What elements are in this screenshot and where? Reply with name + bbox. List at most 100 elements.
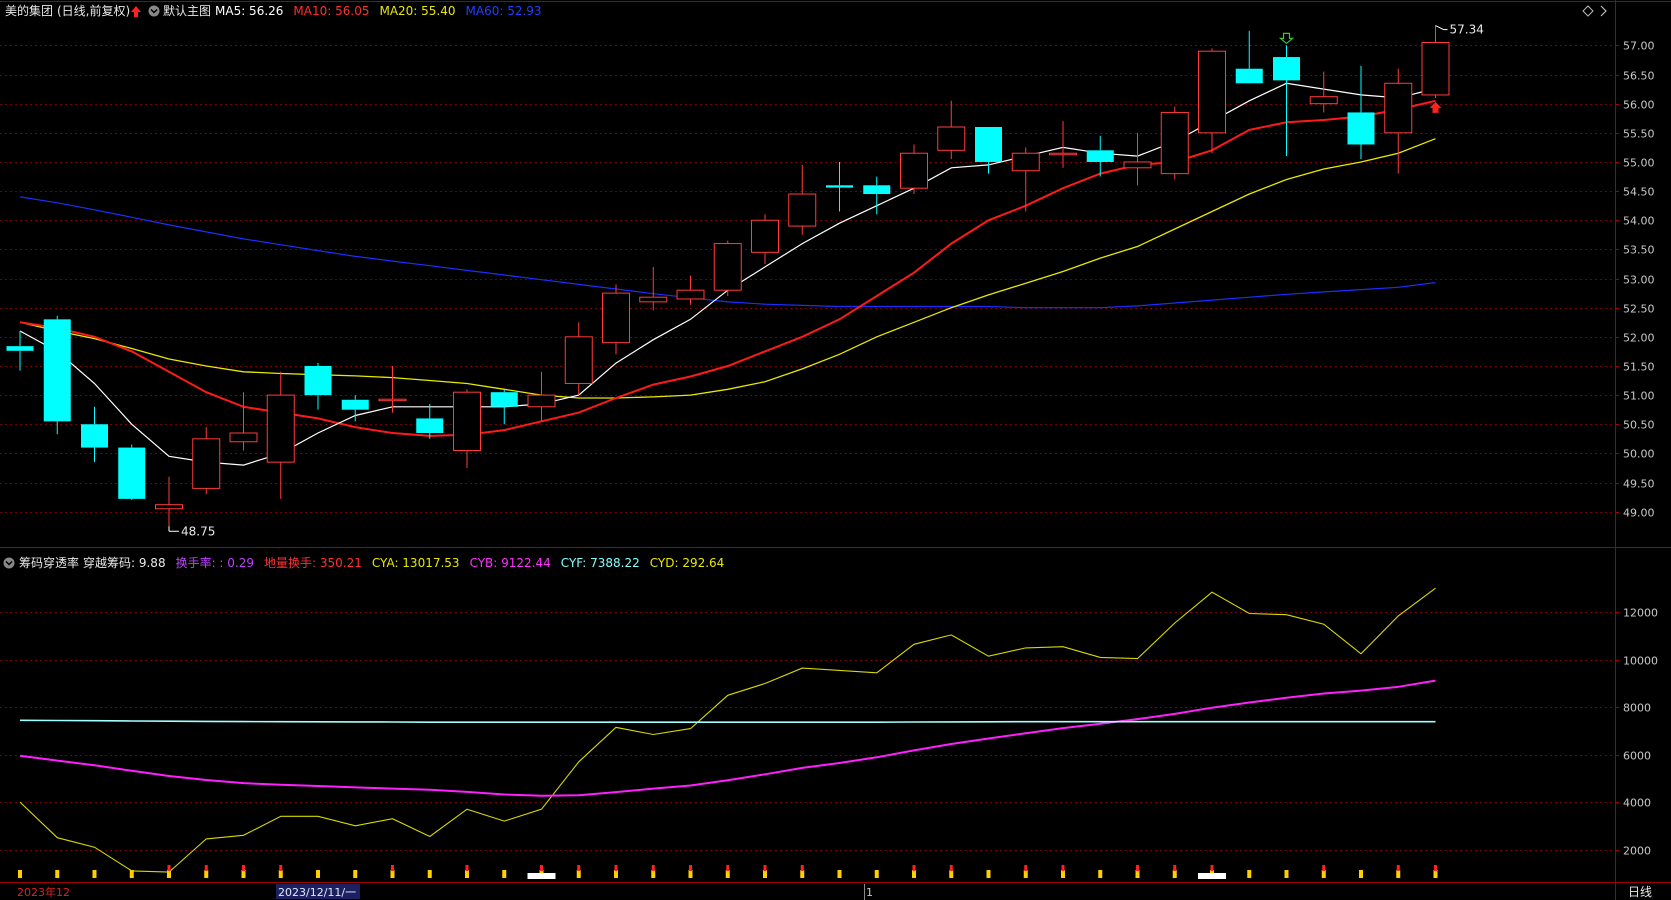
price-tick-label: 52.00 bbox=[1623, 332, 1655, 345]
price-tick-label: 56.00 bbox=[1623, 99, 1655, 112]
volume-mark bbox=[949, 870, 954, 878]
candle-body bbox=[378, 398, 407, 402]
price-tick-label: 52.50 bbox=[1623, 303, 1655, 316]
volume-mark bbox=[651, 870, 656, 878]
volume-mark bbox=[390, 870, 395, 878]
indicator-tick-label: 12000 bbox=[1623, 607, 1658, 620]
volume-mark-top bbox=[577, 865, 581, 871]
indicator-tick-label: 4000 bbox=[1623, 797, 1651, 810]
stock-chart[interactable]: 49.00 49.50 50.00 50.50 51.00 51.50 52.00 52.50… bbox=[0, 0, 1671, 900]
volume-mark-top bbox=[912, 865, 916, 871]
volume-mark-top bbox=[279, 865, 283, 871]
legend-item: MA10: 56.05 bbox=[293, 4, 369, 18]
candle-body bbox=[155, 504, 183, 510]
candle-body bbox=[863, 185, 891, 195]
volume-mark-top bbox=[1322, 865, 1326, 871]
volume-mark-top bbox=[1210, 865, 1214, 871]
candle-body bbox=[43, 319, 71, 422]
candle bbox=[1160, 106, 1189, 180]
candle-body bbox=[6, 346, 34, 351]
candle-body bbox=[266, 394, 295, 463]
candle-body bbox=[118, 447, 146, 499]
volume-mark bbox=[316, 870, 320, 878]
candle-body bbox=[1235, 68, 1263, 84]
volume-mark bbox=[763, 870, 767, 878]
period-label: (日线,前复权) bbox=[57, 3, 130, 18]
candle-body bbox=[229, 432, 258, 443]
turnover-bar bbox=[1198, 873, 1226, 879]
legend-item: CYB: 9122.44 bbox=[470, 556, 551, 570]
high-price-label: 57.34 bbox=[1450, 23, 1484, 37]
candle-body bbox=[192, 438, 221, 489]
low-price-label: 48.75 bbox=[181, 524, 215, 538]
volume-mark bbox=[427, 870, 432, 878]
price-tick-label: 49.50 bbox=[1623, 478, 1655, 491]
indicator-menu-button[interactable] bbox=[3, 557, 15, 569]
volume-mark bbox=[1172, 870, 1177, 878]
candle-body bbox=[416, 418, 444, 433]
legend-item: MA20: 55.40 bbox=[379, 4, 455, 18]
legend-item: CYD: 292.64 bbox=[650, 556, 725, 570]
legend-item: 地量换手: 350.21 bbox=[264, 556, 362, 570]
period-button[interactable]: 日线 bbox=[1628, 885, 1652, 899]
indicator-name[interactable]: 筹码穿透率 bbox=[19, 555, 79, 570]
candle-body bbox=[81, 424, 108, 448]
turnover-bar bbox=[527, 873, 556, 879]
volume-mark-top bbox=[204, 865, 208, 871]
volume-mark bbox=[1321, 870, 1326, 878]
candle-body bbox=[751, 219, 779, 253]
price-tick-label: 49.00 bbox=[1623, 507, 1655, 520]
legend-item: CYA: 13017.53 bbox=[372, 556, 460, 570]
stock-name: 美的集团 bbox=[5, 3, 53, 18]
volume-mark-top bbox=[391, 865, 394, 871]
candle-body bbox=[826, 185, 853, 188]
candle bbox=[118, 444, 146, 501]
candle bbox=[43, 315, 71, 435]
template-label[interactable]: 默认主图 bbox=[163, 3, 211, 18]
volume-mark-top bbox=[465, 865, 469, 871]
candle-body bbox=[1309, 96, 1338, 105]
candle-body bbox=[788, 193, 817, 227]
volume-mark bbox=[1247, 870, 1252, 878]
volume-mark bbox=[1023, 870, 1028, 878]
volume-mark-top bbox=[800, 865, 804, 871]
candle-body bbox=[1347, 112, 1375, 145]
volume-mark-top bbox=[1396, 865, 1400, 871]
volume-mark bbox=[725, 870, 730, 878]
price-tick-label: 53.00 bbox=[1623, 274, 1655, 287]
volume-mark bbox=[800, 870, 805, 878]
price-tick-label: 51.50 bbox=[1623, 361, 1655, 374]
volume-mark bbox=[278, 870, 283, 878]
volume-mark bbox=[129, 870, 134, 878]
candle-body bbox=[564, 336, 593, 384]
volume-mark bbox=[55, 870, 60, 878]
volume-mark bbox=[1061, 870, 1065, 878]
indicator-tick-label: 10000 bbox=[1623, 655, 1658, 668]
candle-body bbox=[639, 296, 668, 303]
volume-mark bbox=[92, 870, 97, 878]
candle-body bbox=[304, 365, 332, 396]
legend-item: CYF: 7388.22 bbox=[561, 556, 640, 570]
candle-body bbox=[453, 391, 481, 451]
volume-mark bbox=[167, 870, 171, 878]
candle-body bbox=[1384, 82, 1413, 134]
volume-mark bbox=[204, 870, 209, 878]
volume-mark bbox=[353, 870, 358, 878]
candle-body bbox=[1123, 161, 1152, 169]
price-tick-label: 54.00 bbox=[1623, 215, 1655, 228]
candle-body bbox=[900, 152, 928, 189]
volume-mark bbox=[1098, 870, 1103, 878]
volume-mark bbox=[1284, 870, 1289, 878]
candle-body bbox=[676, 289, 705, 300]
candle-body bbox=[490, 392, 518, 407]
volume-mark bbox=[1433, 870, 1438, 878]
price-tick-label: 55.50 bbox=[1623, 128, 1655, 141]
volume-mark-top bbox=[1136, 865, 1139, 871]
volume-mark bbox=[18, 870, 22, 878]
volume-mark bbox=[688, 870, 693, 878]
candle-body bbox=[1421, 41, 1450, 96]
candle-body bbox=[937, 126, 966, 151]
candle-body bbox=[1049, 152, 1077, 156]
volume-mark bbox=[502, 870, 507, 878]
candle-body bbox=[527, 394, 556, 408]
